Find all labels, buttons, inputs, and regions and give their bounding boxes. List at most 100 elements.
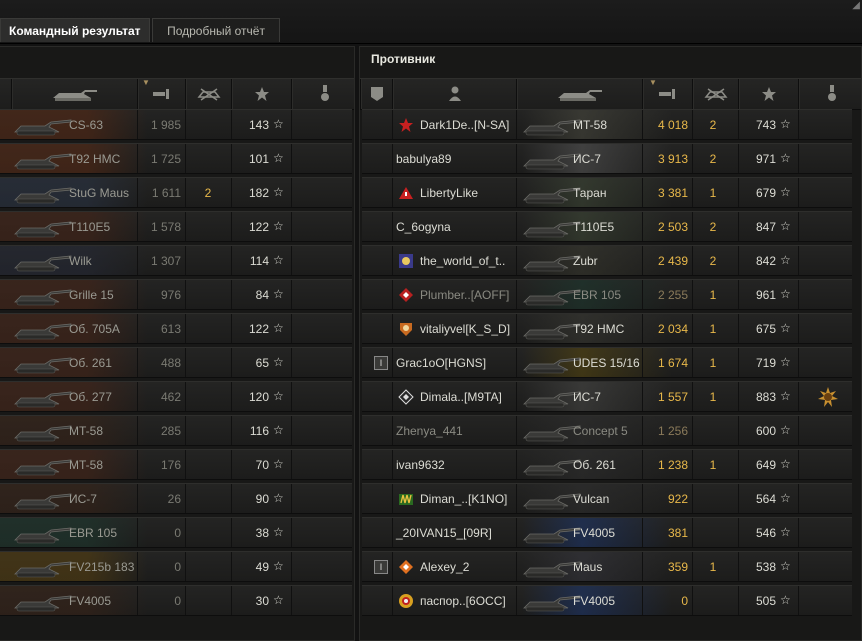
player-name[interactable]: C_6ogyna: [396, 220, 451, 234]
xp-star-icon: ☆: [780, 219, 791, 233]
xp-value: 538: [755, 560, 776, 574]
tab-team-result[interactable]: Командный результат: [0, 18, 150, 42]
player-name[interactable]: LibertyLike: [420, 186, 478, 200]
table-row[interactable]: Dark1De..[N-SA] MT-58 4 018 2 743 ☆: [362, 109, 852, 140]
vehicle-name: UDES 15/16: [573, 356, 640, 370]
xp-star-icon: ☆: [780, 559, 791, 573]
squad-column-header[interactable]: [360, 79, 393, 109]
xp-value: 122: [248, 220, 269, 234]
table-row[interactable]: Об. 705А 613 122 ☆: [0, 313, 352, 344]
table-row[interactable]: FV4005 0 30 ☆: [0, 585, 352, 616]
table-row[interactable]: Diman_..[K1NO] Vulcan 922 564 ☆: [362, 483, 852, 514]
xp-column-header[interactable]: [738, 79, 799, 109]
table-row[interactable]: Grille 15 976 84 ☆: [0, 279, 352, 310]
table-row[interactable]: Zhenya_441 Concept 5 1 256 600 ☆: [362, 415, 852, 446]
table-row[interactable]: Dimala..[M9TA] ИС-7 1 557 1 883 ☆: [362, 381, 852, 412]
player-name[interactable]: the_world_of_t..: [420, 254, 505, 268]
player-name[interactable]: Dark1De..[N-SA]: [420, 118, 509, 132]
damage-value: 922: [667, 492, 688, 506]
xp-star-icon: ☆: [780, 151, 791, 165]
vehicle-name: T110E5: [69, 220, 111, 234]
table-row[interactable]: StuG Maus 1 611 2 182 ☆: [0, 177, 352, 208]
xp-star-icon: ☆: [273, 525, 284, 539]
xp-value: 675: [755, 322, 776, 336]
table-row[interactable]: MT-58 285 116 ☆: [0, 415, 352, 446]
table-row[interactable]: Wilk 1 307 114 ☆: [0, 245, 352, 276]
player-name[interactable]: Grac1oO[HGNS]: [396, 356, 486, 370]
damage-value: 976: [160, 288, 181, 302]
table-row[interactable]: _20IVAN15_[09R] FV4005 381 546 ☆: [362, 517, 852, 548]
table-row[interactable]: Об. 261 488 65 ☆: [0, 347, 352, 378]
table-row[interactable]: FV215b 183 0 49 ☆: [0, 551, 352, 582]
shell-icon: [659, 89, 675, 99]
table-row[interactable]: EBR 105 0 38 ☆: [0, 517, 352, 548]
enemy-team-panel: Противник ▼ Dark1De..[N-SA] MT-58 4 018 2 74…: [359, 46, 862, 641]
player-name[interactable]: Diman_..[K1NO]: [420, 492, 507, 506]
xp-value: 143: [248, 118, 269, 132]
table-row[interactable]: MT-58 176 70 ☆: [0, 449, 352, 480]
table-row[interactable]: CS-63 1 985 143 ☆: [0, 109, 352, 140]
xp-value: 49: [255, 560, 269, 574]
player-name[interactable]: пacпop..[6OCC]: [420, 594, 506, 608]
table-row[interactable]: T92 HMC 1 725 101 ☆: [0, 143, 352, 174]
vehicle-column-header[interactable]: [516, 79, 643, 109]
green-gold-icon: [399, 494, 413, 505]
table-row[interactable]: I Grac1oO[HGNS] UDES 15/16 1 674 1 719 ☆: [362, 347, 852, 378]
xp-column-header[interactable]: [231, 79, 292, 109]
table-row[interactable]: ivan9632 Об. 261 1 238 1 649 ☆: [362, 449, 852, 480]
medals-column-header[interactable]: [291, 79, 354, 109]
player-name[interactable]: Dimala..[M9TA]: [420, 390, 502, 404]
damage-value: 1 557: [657, 390, 688, 404]
xp-star-icon: ☆: [273, 117, 284, 131]
xp-star-icon: ☆: [273, 287, 284, 301]
vehicle-name: Об. 261: [69, 356, 112, 370]
tank-icon: [14, 153, 72, 170]
table-row[interactable]: T110E5 1 578 122 ☆: [0, 211, 352, 242]
table-row[interactable]: LibertyLike Таран 3 381 1 679 ☆: [362, 177, 852, 208]
table-row[interactable]: Об. 277 462 120 ☆: [0, 381, 352, 412]
damage-value: 488: [160, 356, 181, 370]
kills-column-header[interactable]: [185, 79, 232, 109]
xp-star-icon: ☆: [273, 593, 284, 607]
table-row[interactable]: vitaliyvel[K_S_D] T92 HMC 2 034 1 675 ☆: [362, 313, 852, 344]
xp-value: 101: [248, 152, 269, 166]
tank-icon: [14, 459, 72, 476]
damage-value: 1 256: [657, 424, 688, 438]
damage-value: 2 034: [657, 322, 688, 336]
player-name[interactable]: _20IVAN15_[09R]: [396, 526, 492, 540]
table-row[interactable]: пacпop..[6OCC] FV4005 0 505 ☆: [362, 585, 852, 616]
player-name[interactable]: ivan9632: [396, 458, 445, 472]
player-name[interactable]: Plumber..[AOFF]: [420, 288, 509, 302]
table-row[interactable]: the_world_of_t.. Zubr 2 439 2 842 ☆: [362, 245, 852, 276]
vehicle-name: FV4005: [573, 526, 616, 540]
damage-column-header[interactable]: ▼: [137, 78, 186, 109]
table-row[interactable]: I Alexey_2 Maus 359 1 538 ☆: [362, 551, 852, 582]
player-name[interactable]: Alexey_2: [420, 560, 469, 574]
table-row[interactable]: ИС-7 26 90 ☆: [0, 483, 352, 514]
tab-detailed-report[interactable]: Подробный отчёт: [152, 18, 280, 42]
enemy-panel-title: Противник: [371, 52, 436, 66]
xp-value: 122: [248, 322, 269, 336]
medals-column-header[interactable]: [798, 79, 861, 109]
player-name[interactable]: babulya89: [396, 152, 451, 166]
medal-icon: [320, 85, 329, 101]
player-column-header[interactable]: [392, 79, 517, 109]
vehicle-column-header[interactable]: [11, 79, 138, 109]
vehicle-name: ИС-7: [69, 492, 97, 506]
vehicle-name: Wilk: [69, 254, 92, 268]
vehicle-name: Grille 15: [69, 288, 114, 302]
vehicle-name: Об. 277: [69, 390, 112, 404]
damage-value: 285: [160, 424, 181, 438]
medal-icon[interactable]: [818, 387, 838, 407]
table-row[interactable]: Plumber..[AOFF] EBR 105 2 255 1 961 ☆: [362, 279, 852, 310]
table-row[interactable]: C_6ogyna T110E5 2 503 2 847 ☆: [362, 211, 852, 242]
window-corner-icon: ◢: [852, 0, 860, 11]
player-icon: [449, 86, 461, 101]
xp-star-icon: ☆: [780, 423, 791, 437]
kills-column-header[interactable]: [692, 79, 739, 109]
tank-icon: [14, 255, 72, 272]
player-name[interactable]: Zhenya_441: [396, 424, 463, 438]
damage-column-header[interactable]: ▼: [642, 78, 693, 109]
player-name[interactable]: vitaliyvel[K_S_D]: [420, 322, 510, 336]
table-row[interactable]: babulya89 ИС-7 3 913 2 971 ☆: [362, 143, 852, 174]
